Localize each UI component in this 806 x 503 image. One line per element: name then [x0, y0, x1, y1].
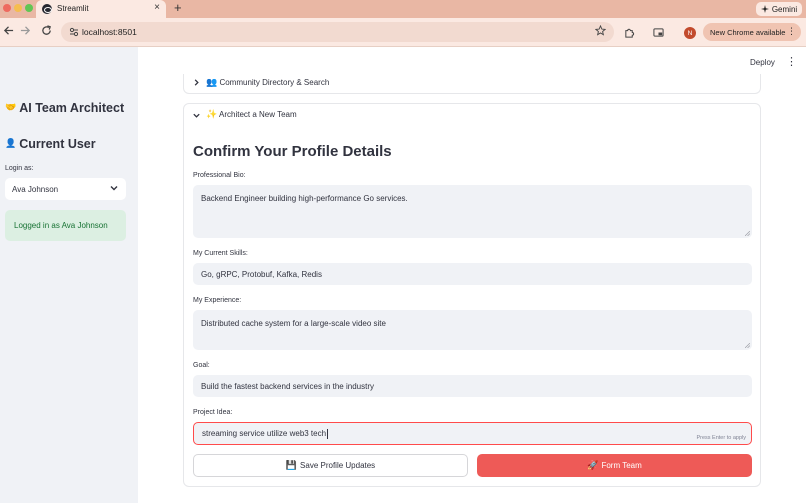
- current-user-heading: 👤 Current User: [5, 137, 96, 151]
- press-enter-hint: Press Enter to apply: [696, 435, 746, 441]
- form-actions: 💾 Save Profile Updates 🚀 Form Team: [193, 454, 752, 477]
- sparkles-icon: ✨: [206, 110, 218, 120]
- window-zoom-button[interactable]: [25, 4, 33, 12]
- new-tab-button[interactable]: +: [174, 1, 182, 15]
- experience-textarea[interactable]: Distributed cache system for a large-sca…: [193, 310, 752, 350]
- project-idea-input[interactable]: streaming service utilize web3 tech Pres…: [193, 422, 752, 445]
- gemini-label: Gemini: [771, 4, 798, 14]
- site-info-icon[interactable]: [69, 27, 79, 37]
- browser-toolbar: localhost:8501 N New Chrome available ⋮: [0, 18, 806, 47]
- goal-input[interactable]: Build the fastest backend services in th…: [193, 375, 752, 397]
- chevron-down-icon: [193, 113, 200, 118]
- experience-value: Distributed cache system for a large-sca…: [201, 319, 386, 328]
- experience-label: My Experience:: [193, 297, 242, 304]
- goal-label: Goal:: [193, 362, 210, 369]
- form-team-button[interactable]: 🚀 Form Team: [477, 454, 752, 477]
- skills-label: My Current Skills:: [193, 250, 248, 257]
- arrow-right-icon[interactable]: [20, 25, 31, 36]
- sidebar: 🤝 AI Team Architect 👤 Current User Login…: [0, 47, 138, 503]
- chevron-right-icon: [194, 79, 199, 86]
- skills-input[interactable]: Go, gRPC, Protobuf, Kafka, Redis: [193, 263, 752, 285]
- people-icon: 👥: [206, 78, 218, 88]
- rocket-icon: 🚀: [587, 460, 599, 471]
- skills-value: Go, gRPC, Protobuf, Kafka, Redis: [201, 269, 322, 279]
- cast-icon[interactable]: [653, 27, 664, 38]
- login-status-alert: Logged in as Ava Johnson: [5, 210, 126, 241]
- deploy-button[interactable]: Deploy: [750, 58, 775, 67]
- chrome-update-button[interactable]: New Chrome available ⋮: [703, 23, 801, 41]
- expander-architect-team: ✨ Architect a New Team Confirm Your Prof…: [183, 103, 761, 487]
- save-profile-button[interactable]: 💾 Save Profile Updates: [193, 454, 468, 477]
- current-user-heading-text: Current User: [19, 137, 96, 151]
- profile-avatar[interactable]: N: [684, 27, 696, 39]
- login-user-value: Ava Johnson: [12, 184, 59, 194]
- browser-tab-strip: Streamlit × + Gemini: [0, 0, 806, 18]
- tab-title: Streamlit: [57, 4, 89, 13]
- sidebar-title: 🤝 AI Team Architect: [5, 101, 124, 115]
- reload-icon[interactable]: [41, 25, 52, 36]
- update-label: New Chrome available: [710, 27, 786, 37]
- url-text[interactable]: localhost:8501: [82, 27, 137, 37]
- project-idea-label: Project Idea:: [193, 409, 233, 416]
- login-user-select[interactable]: Ava Johnson: [5, 178, 126, 200]
- user-icon: 👤: [5, 139, 17, 149]
- star-icon[interactable]: [595, 25, 606, 36]
- expander-community-directory[interactable]: 👥 Community Directory & Search: [183, 74, 761, 94]
- window-close-button[interactable]: [3, 4, 11, 12]
- main-menu-icon[interactable]: ⋮: [786, 55, 797, 69]
- expander-architect-header[interactable]: ✨ Architect a New Team: [184, 104, 760, 126]
- expander-architect-text: Architect a New Team: [219, 110, 297, 119]
- login-as-label: Login as:: [5, 165, 34, 172]
- browser-tab-streamlit[interactable]: Streamlit ×: [36, 0, 166, 18]
- expander-architect-label: ✨ Architect a New Team: [206, 110, 297, 120]
- resize-handle-icon[interactable]: [745, 343, 750, 348]
- handshake-icon: 🤝: [5, 103, 17, 113]
- bio-value: Backend Engineer building high-performan…: [201, 194, 408, 203]
- project-idea-value: streaming service utilize web3 tech: [202, 429, 327, 438]
- arrow-left-icon[interactable]: [3, 25, 14, 36]
- text-caret: [327, 428, 329, 439]
- kebab-menu-icon: ⋮: [787, 26, 796, 36]
- gemini-button[interactable]: Gemini: [756, 2, 802, 16]
- goal-value: Build the fastest backend services in th…: [201, 381, 374, 391]
- sidebar-title-text: AI Team Architect: [19, 101, 125, 115]
- floppy-disk-icon: 💾: [285, 460, 298, 471]
- form-title: Confirm Your Profile Details: [193, 143, 392, 160]
- puzzle-icon[interactable]: [624, 27, 635, 38]
- sparkle-icon: [760, 5, 769, 13]
- chevron-down-icon: [110, 186, 118, 191]
- address-bar[interactable]: localhost:8501: [61, 22, 614, 42]
- resize-handle-icon[interactable]: [745, 231, 750, 236]
- save-profile-label: Save Profile Updates: [300, 461, 376, 470]
- expander-community-text: Community Directory & Search: [219, 78, 330, 87]
- window-minimize-button[interactable]: [14, 4, 22, 12]
- tab-close-icon[interactable]: ×: [154, 2, 160, 14]
- streamlit-favicon-icon: [42, 4, 52, 14]
- form-team-label: Form Team: [601, 461, 642, 470]
- bio-label: Professional Bio:: [193, 172, 246, 179]
- expander-community-label: 👥 Community Directory & Search: [206, 78, 329, 88]
- bio-textarea[interactable]: Backend Engineer building high-performan…: [193, 185, 752, 238]
